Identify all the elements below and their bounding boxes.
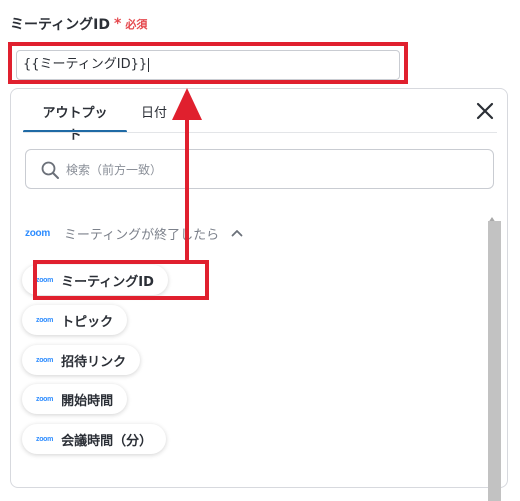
field-label: ミーティングID * 必須 <box>10 14 147 34</box>
chip-label: 開始時間 <box>61 393 114 409</box>
close-icon <box>476 102 494 120</box>
scrollbar-thumb[interactable] <box>488 221 501 501</box>
chip-meeting-duration[interactable]: zoom 会議時間（分） <box>22 424 167 454</box>
zoom-logo: zoom <box>36 435 54 443</box>
chip-invite-link[interactable]: zoom 招待リンク <box>22 345 141 375</box>
input-highlight-box <box>8 42 408 84</box>
zoom-logo: zoom <box>36 356 54 364</box>
zoom-logo: zoom <box>36 316 54 324</box>
search-input[interactable] <box>64 150 488 190</box>
chip-topic[interactable]: zoom トピック <box>22 305 128 335</box>
tab-output[interactable]: アウトプット <box>23 103 127 143</box>
trigger-group-header[interactable]: zoom ミーティングが終了したら <box>25 223 243 243</box>
search-box[interactable] <box>25 149 494 190</box>
search-icon <box>41 161 59 179</box>
tab-divider <box>23 132 497 133</box>
group-title: ミーティングが終了したら <box>63 227 220 243</box>
close-button[interactable] <box>473 99 497 123</box>
chip-highlight-box <box>33 260 209 300</box>
required-star: * <box>114 16 122 32</box>
tab-date[interactable]: 日付 <box>127 103 181 133</box>
chevron-up-icon <box>231 230 243 237</box>
zoom-logo: zoom <box>25 227 50 239</box>
chip-label: 招待リンク <box>61 354 127 370</box>
chip-label: トピック <box>61 314 114 330</box>
zoom-logo: zoom <box>36 395 54 403</box>
chip-label: 会議時間（分） <box>61 433 153 449</box>
required-text: 必須 <box>125 18 148 31</box>
panel-tabs: アウトプット 日付 <box>23 103 181 143</box>
scrollbar-up-button[interactable] <box>487 209 497 223</box>
field-label-text: ミーティングID <box>10 17 110 33</box>
chip-start-time[interactable]: zoom 開始時間 <box>22 384 128 414</box>
